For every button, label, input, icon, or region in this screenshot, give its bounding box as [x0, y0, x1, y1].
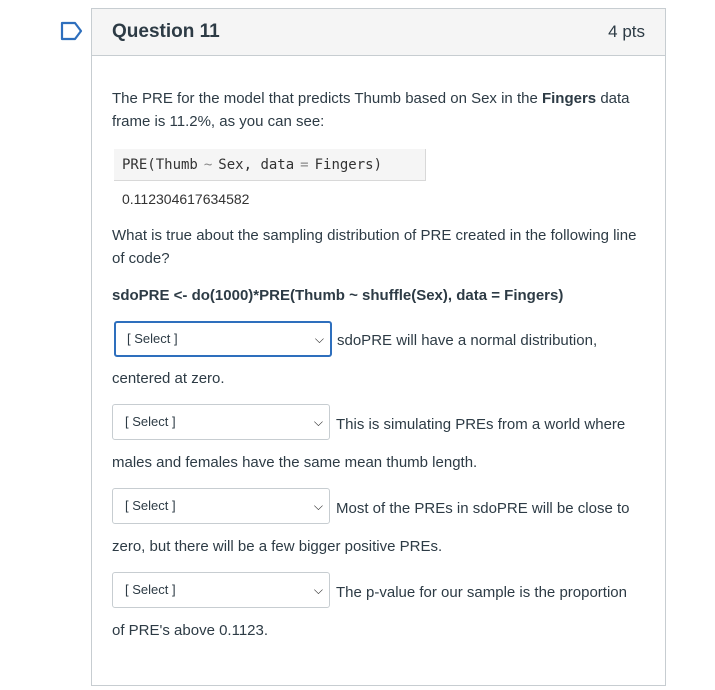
flag-question-icon[interactable]: [60, 20, 84, 42]
statement-3-continuation: zero, but there will be a few bigger pos…: [112, 538, 443, 555]
code-close: Fingers): [314, 156, 383, 173]
chevron-down-icon: ⌵: [313, 499, 323, 513]
select-dropdown-3[interactable]: [ Select ] ⌵: [112, 488, 330, 524]
select-dropdown-2[interactable]: [ Select ] ⌵: [112, 404, 330, 440]
select-3-value: [ Select ]: [125, 498, 176, 513]
select-dropdown-4[interactable]: [ Select ] ⌵: [112, 572, 330, 608]
code-eq: =: [300, 156, 309, 173]
code-output: 0.112304617634582: [122, 191, 250, 207]
statement-1-continuation: centered at zero.: [112, 370, 225, 387]
question-title: Question 11: [112, 21, 220, 42]
code-tilde: ~: [203, 156, 213, 173]
statement-2-continuation: males and females have the same mean thu…: [112, 454, 478, 471]
code-snippet: PRE(Thumb ~ Sex, data = Fingers): [114, 149, 426, 181]
intro-text-before: The PRE for the model that predicts Thum…: [112, 90, 542, 107]
question-points: 4 pts: [608, 22, 645, 41]
code-line: sdoPRE <- do(1000)*PRE(Thumb ~ shuffle(S…: [112, 287, 564, 304]
select-2-value: [ Select ]: [125, 414, 176, 429]
statement-4-continuation: of PRE's above 0.1123.: [112, 622, 269, 639]
question-text: What is true about the sampling distribu…: [112, 227, 637, 267]
question-header: Question 11 4 pts: [92, 9, 665, 56]
statement-3: Most of the PREs in sdoPRE will be close…: [336, 500, 630, 517]
select-4-value: [ Select ]: [125, 582, 176, 597]
question-card: Question 11 4 pts The PRE for the model …: [91, 8, 666, 686]
statement-2: This is simulating PREs from a world whe…: [336, 416, 626, 433]
select-1-value: [ Select ]: [127, 331, 178, 346]
chevron-down-icon: ⌵: [313, 583, 323, 597]
code-mid: Sex, data: [218, 156, 295, 173]
chevron-down-icon: ⌵: [314, 332, 324, 346]
statement-1: sdoPRE will have a normal distribution,: [337, 332, 598, 349]
select-dropdown-1[interactable]: [ Select ] ⌵: [114, 321, 332, 357]
code-fn-open: PRE(Thumb: [122, 156, 198, 173]
statement-4: The p-value for our sample is the propor…: [336, 584, 627, 601]
intro-bold-dataset: Fingers: [541, 90, 597, 107]
chevron-down-icon: ⌵: [313, 415, 323, 429]
intro-paragraph: The PRE for the model that predicts Thum…: [112, 87, 632, 133]
